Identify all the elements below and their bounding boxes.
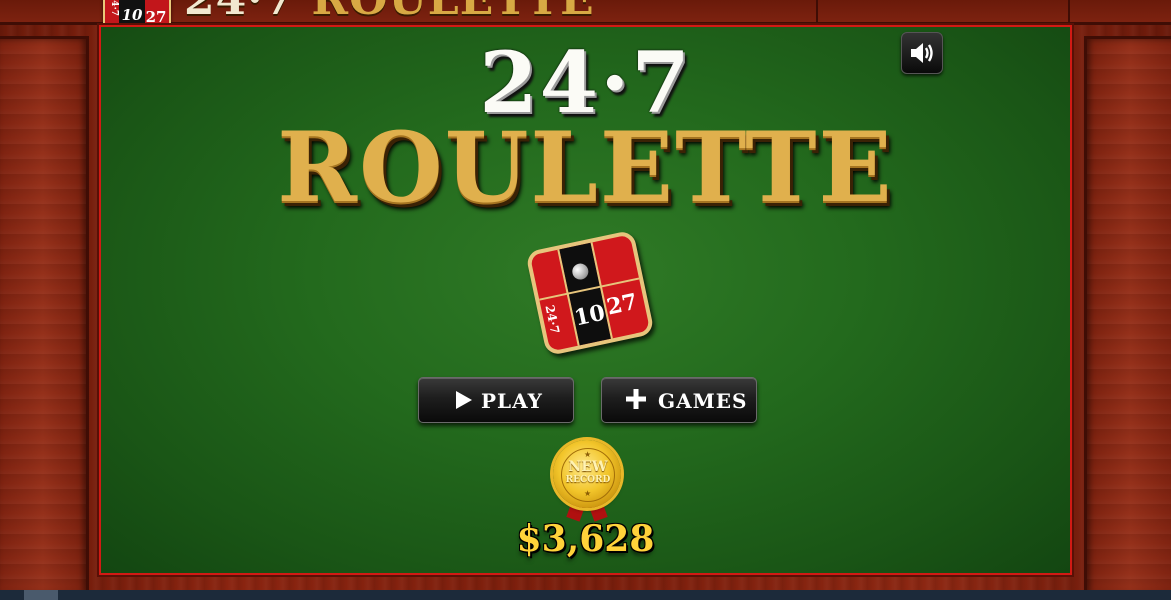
badge-record-text: RECORD xyxy=(565,475,611,485)
header-title-roulette: ROULETTE xyxy=(312,0,595,25)
logo-27: 27 xyxy=(604,288,640,321)
header-logo-27: 27 xyxy=(145,8,167,26)
games-label: GAMES xyxy=(658,389,748,413)
roulette-logo-icon: 24·7 10 27 xyxy=(525,229,655,357)
badge-new-text: NEW xyxy=(568,459,608,475)
play-label: PLAY xyxy=(481,389,543,413)
play-triangle-icon xyxy=(456,391,472,409)
header-logo-247: 24·7 xyxy=(108,0,119,16)
header-title: 24·7 ROULETTE xyxy=(184,0,595,25)
award-seal-icon: ★ NEW RECORD ★ xyxy=(553,440,621,508)
record-amount: $3,628 xyxy=(516,518,655,560)
header-logo-10: 10 xyxy=(121,6,143,24)
title-roulette: ROULETTE xyxy=(277,111,894,224)
top-divider xyxy=(816,0,818,22)
os-taskbar xyxy=(0,590,1171,600)
plus-icon xyxy=(626,389,646,409)
logo-247: 24·7 xyxy=(542,303,563,336)
top-divider xyxy=(1068,0,1070,22)
header-title-247: 24·7 xyxy=(184,0,295,25)
games-button[interactable]: GAMES xyxy=(601,377,757,423)
taskbar-item[interactable] xyxy=(24,590,58,600)
play-button[interactable]: PLAY xyxy=(418,377,574,423)
